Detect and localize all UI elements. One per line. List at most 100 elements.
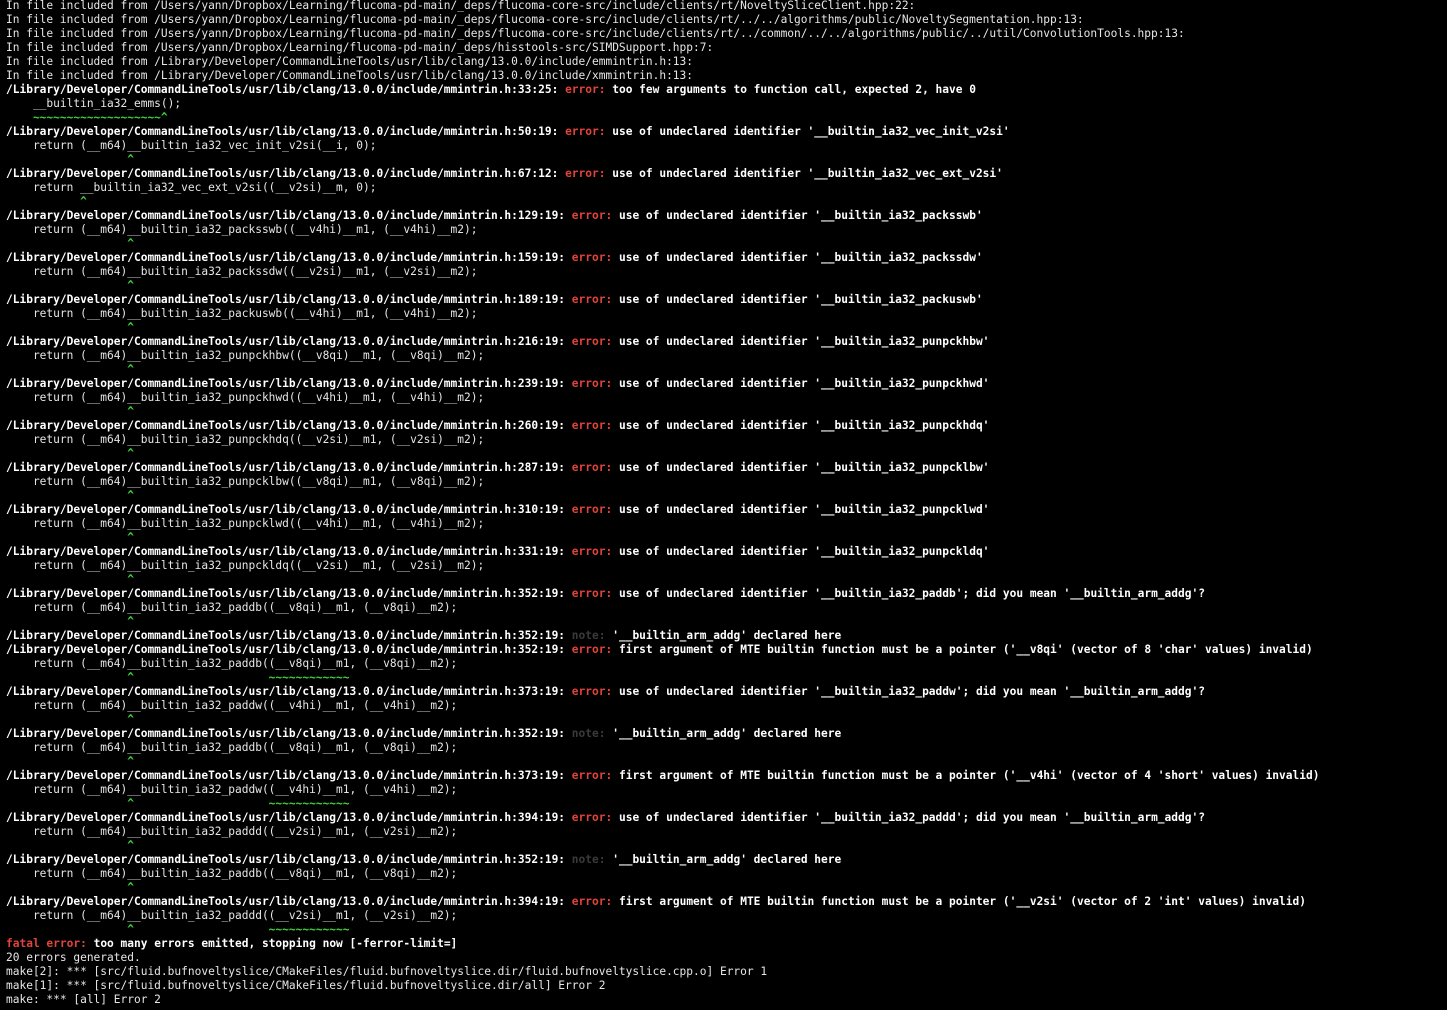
diagnostic-location: /Library/Developer/CommandLineTools/usr/…	[6, 895, 566, 908]
diagnostic-severity: error:	[571, 545, 613, 558]
output-line-diag: /Library/Developer/CommandLineTools/usr/…	[6, 769, 1447, 783]
diagnostic-location: /Library/Developer/CommandLineTools/usr/…	[6, 587, 566, 600]
output-line-diag: /Library/Developer/CommandLineTools/usr/…	[6, 167, 1447, 181]
diagnostic-severity: error:	[571, 377, 613, 390]
diagnostic-severity: error:	[565, 83, 606, 96]
output-line-caret: ^	[6, 839, 1447, 853]
output-line-plain: return (__m64)__builtin_ia32_vec_init_v2…	[6, 139, 1447, 153]
output-line-caret: ^	[6, 615, 1447, 629]
diagnostic-severity: error:	[571, 685, 613, 698]
output-line-plain: return (__m64)__builtin_ia32_paddd((__v2…	[6, 825, 1447, 839]
line-text: return (__m64)__builtin_ia32_punpckldq((…	[6, 559, 485, 572]
diagnostic-severity: error:	[571, 251, 613, 264]
output-line-plain: return (__m64)__builtin_ia32_punpcklwd((…	[6, 517, 1447, 531]
diagnostic-message: use of undeclared identifier '__builtin_…	[618, 251, 983, 264]
diagnostic-location: /Library/Developer/CommandLineTools/usr/…	[6, 419, 566, 432]
diagnostic-location: /Library/Developer/CommandLineTools/usr/…	[6, 461, 566, 474]
caret-marker: ^	[6, 839, 134, 852]
diagnostic-severity: error:	[571, 587, 613, 600]
line-text: In file included from /Users/yann/Dropbo…	[6, 41, 714, 54]
output-line-caret: ^	[6, 321, 1447, 335]
diagnostic-severity: note:	[571, 853, 606, 866]
diagnostic-severity: error:	[571, 503, 613, 516]
diagnostic-message: use of undeclared identifier '__builtin_…	[618, 419, 990, 432]
terminal-output[interactable]: In file included from /Users/yann/Dropbo…	[6, 0, 1447, 1010]
diagnostic-severity: note:	[571, 629, 606, 642]
line-text: return (__m64)__builtin_ia32_punpcklwd((…	[6, 517, 485, 530]
diagnostic-location: /Library/Developer/CommandLineTools/usr/…	[6, 643, 566, 656]
diagnostic-location: /Library/Developer/CommandLineTools/usr/…	[6, 811, 566, 824]
caret-marker: ^	[6, 531, 134, 544]
output-line-diag: /Library/Developer/CommandLineTools/usr/…	[6, 727, 1447, 741]
output-line-caret: ^	[6, 363, 1447, 377]
caret-marker: ^	[6, 489, 134, 502]
output-line-diag: /Library/Developer/CommandLineTools/usr/…	[6, 461, 1447, 475]
caret-marker: ~~~~~~~~~~~~~~~~~~~^	[6, 111, 168, 124]
diagnostic-message: use of undeclared identifier '__builtin_…	[618, 811, 1205, 824]
diagnostic-location: /Library/Developer/CommandLineTools/usr/…	[6, 335, 566, 348]
output-line-plain: make: *** [all] Error 2	[6, 993, 1447, 1007]
diagnostic-message: first argument of MTE builtin function m…	[618, 769, 1320, 782]
line-text: In file included from /Library/Developer…	[6, 69, 694, 82]
diagnostic-message: use of undeclared identifier '__builtin_…	[618, 293, 983, 306]
output-line-plain: __builtin_ia32_emms();	[6, 97, 1447, 111]
caret-marker: ^	[6, 573, 134, 586]
output-line-plain: return (__m64)__builtin_ia32_punpckhwd((…	[6, 391, 1447, 405]
output-line-diag: /Library/Developer/CommandLineTools/usr/…	[6, 629, 1447, 643]
output-line-plain: return (__m64)__builtin_ia32_paddb((__v8…	[6, 741, 1447, 755]
diagnostic-message: '__builtin_arm_addg' declared here	[612, 853, 842, 866]
diagnostic-location: /Library/Developer/CommandLineTools/usr/…	[6, 377, 566, 390]
diagnostic-message: too few arguments to function call, expe…	[612, 83, 976, 96]
line-text: return (__m64)__builtin_ia32_paddb((__v8…	[6, 657, 458, 670]
output-line-diag: /Library/Developer/CommandLineTools/usr/…	[6, 293, 1447, 307]
diagnostic-severity: error:	[571, 895, 613, 908]
line-text: make: *** [all] Error 2	[6, 993, 161, 1006]
output-line-plain: return (__m64)__builtin_ia32_punpckhbw((…	[6, 349, 1447, 363]
caret-marker: ^	[6, 195, 87, 208]
diagnostic-location: /Library/Developer/CommandLineTools/usr/…	[6, 629, 566, 642]
output-line-plain: In file included from /Users/yann/Dropbo…	[6, 0, 1447, 13]
output-line-caret: ^ ~~~~~~~~~~~~	[6, 797, 1447, 811]
line-text: return (__m64)__builtin_ia32_paddw((__v4…	[6, 783, 458, 796]
line-text: In file included from /Users/yann/Dropbo…	[6, 0, 916, 12]
diagnostic-location: /Library/Developer/CommandLineTools/usr/…	[6, 727, 566, 740]
output-line-caret: ^	[6, 881, 1447, 895]
output-line-caret: ^	[6, 405, 1447, 419]
line-text: 20 errors generated.	[6, 951, 141, 964]
output-line-plain: In file included from /Users/yann/Dropbo…	[6, 13, 1447, 27]
line-text: In file included from /Users/yann/Dropbo…	[6, 27, 1185, 40]
diagnostic-location: /Library/Developer/CommandLineTools/usr/…	[6, 293, 566, 306]
line-text: return (__m64)__builtin_ia32_paddd((__v2…	[6, 909, 458, 922]
output-line-diag: /Library/Developer/CommandLineTools/usr/…	[6, 685, 1447, 699]
output-line-plain: In file included from /Users/yann/Dropbo…	[6, 41, 1447, 55]
output-line-caret: ~~~~~~~~~~~~~~~~~~~^	[6, 111, 1447, 125]
diagnostic-location: /Library/Developer/CommandLineTools/usr/…	[6, 853, 566, 866]
line-text: return __builtin_ia32_vec_ext_v2si((__v2…	[6, 181, 377, 194]
output-line-caret: ^	[6, 755, 1447, 769]
diagnostic-location: /Library/Developer/CommandLineTools/usr/…	[6, 769, 566, 782]
line-text: return (__m64)__builtin_ia32_paddb((__v8…	[6, 867, 458, 880]
line-text: In file included from /Library/Developer…	[6, 55, 694, 68]
output-line-diag: /Library/Developer/CommandLineTools/usr/…	[6, 377, 1447, 391]
diagnostic-severity: error:	[565, 167, 606, 180]
diagnostic-severity: error:	[571, 461, 613, 474]
line-text: return (__m64)__builtin_ia32_punpckhwd((…	[6, 391, 485, 404]
output-line-diag: /Library/Developer/CommandLineTools/usr/…	[6, 419, 1447, 433]
diagnostic-severity: error:	[571, 811, 613, 824]
output-line-diag: /Library/Developer/CommandLineTools/usr/…	[6, 811, 1447, 825]
output-line-caret: ^	[6, 153, 1447, 167]
caret-marker: ^ ~~~~~~~~~~~~	[6, 923, 350, 936]
line-text: return (__m64)__builtin_ia32_packssdw((_…	[6, 265, 478, 278]
output-line-plain: return (__m64)__builtin_ia32_packssdw((_…	[6, 265, 1447, 279]
diagnostic-severity: error:	[571, 209, 613, 222]
terminal-window[interactable]: { "colors": { "background": "#000000", "…	[0, 0, 1447, 1010]
diagnostic-message: use of undeclared identifier '__builtin_…	[618, 461, 990, 474]
diagnostic-location: /Library/Developer/CommandLineTools/usr/…	[6, 503, 566, 516]
line-text: return (__m64)__builtin_ia32_packsswb((_…	[6, 223, 478, 236]
line-text: In file included from /Users/yann/Dropbo…	[6, 13, 1084, 26]
fatal-message: too many errors emitted, stopping now [-…	[93, 937, 458, 950]
caret-marker: ^	[6, 405, 134, 418]
output-line-plain: return (__m64)__builtin_ia32_paddb((__v8…	[6, 867, 1447, 881]
output-line-plain: return (__m64)__builtin_ia32_paddb((__v8…	[6, 601, 1447, 615]
caret-marker: ^	[6, 615, 134, 628]
